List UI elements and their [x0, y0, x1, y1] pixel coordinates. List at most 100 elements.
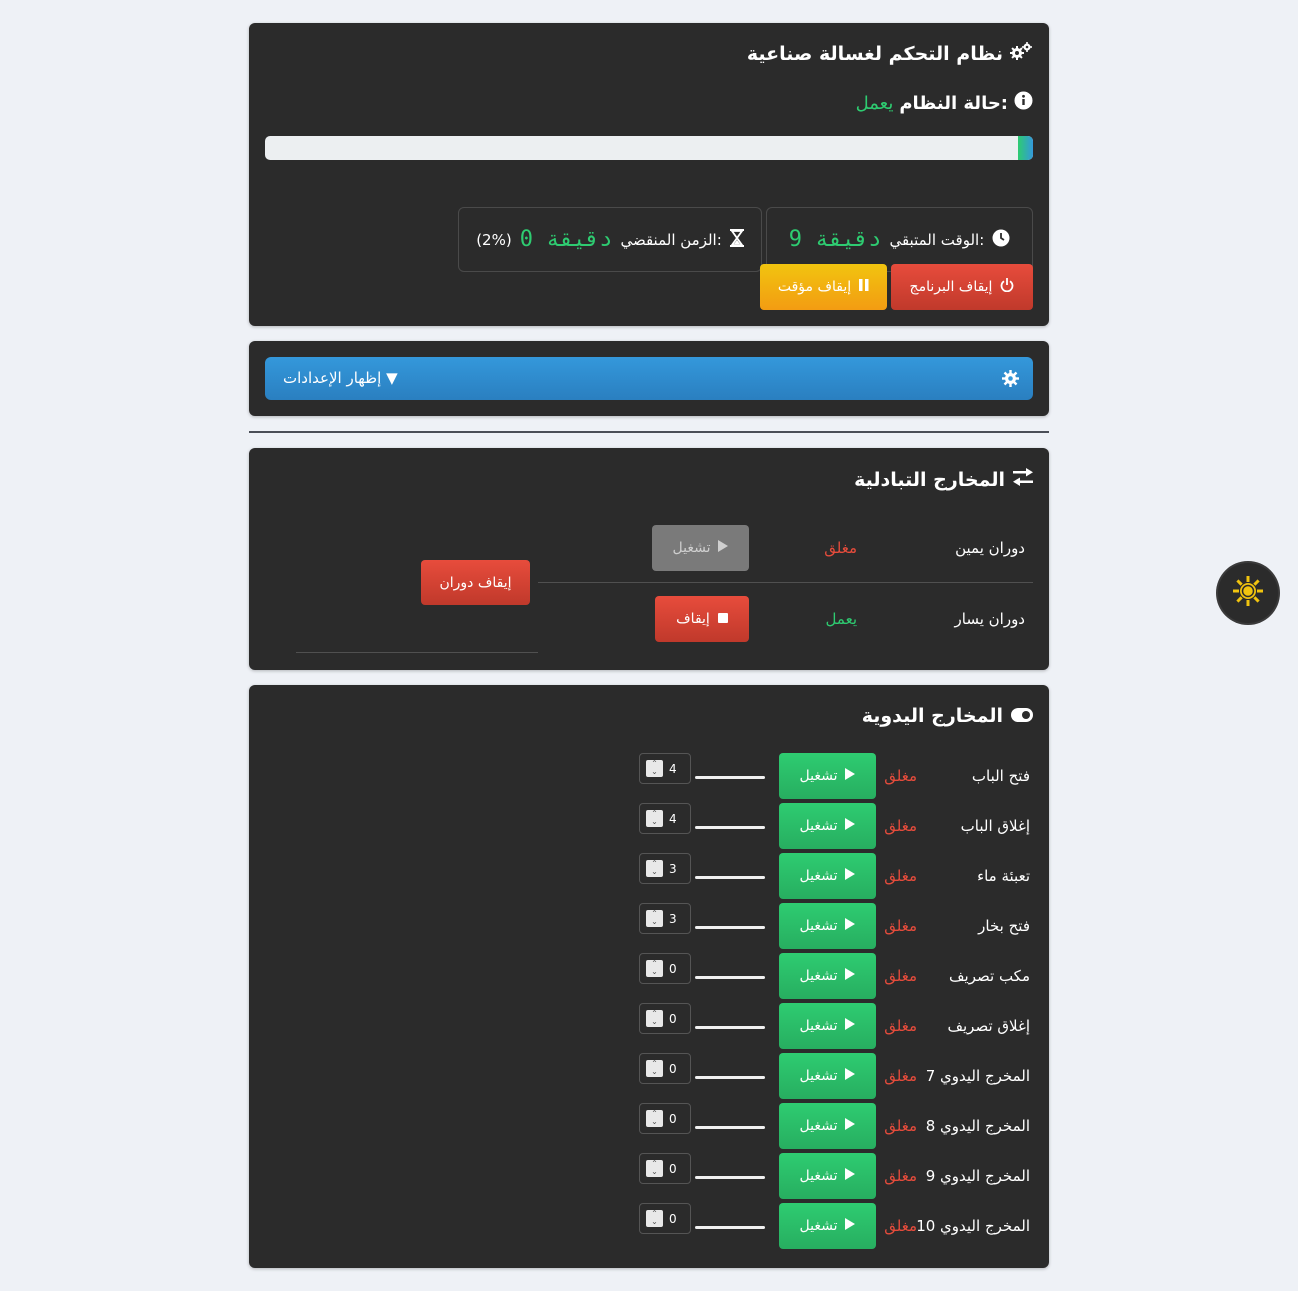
stop-icon: [717, 611, 728, 627]
alt-row-2-label: دوران يسار: [954, 610, 1026, 628]
theme-toggle-button[interactable]: [1218, 563, 1278, 623]
manual-row-1-label: فتح الباب: [971, 767, 1030, 785]
manual-row-7-duration-input[interactable]: ⌃ ⌄ 0: [639, 1053, 691, 1084]
remaining-time-label: الوقت المتبقي:: [889, 230, 985, 249]
spinner-arrows-icon[interactable]: ⌃ ⌄: [646, 860, 663, 877]
stop-rotation-button[interactable]: إيقاف دوران: [421, 560, 530, 605]
manual-row-6-slider[interactable]: [695, 1026, 765, 1029]
alt-row-divider: [538, 582, 1033, 583]
stop-program-button[interactable]: إيقاف البرنامج: [891, 264, 1033, 310]
play-icon: [845, 1118, 856, 1134]
elapsed-time-box: (2%) 0 دقيقة الزمن المنقضي:: [458, 207, 762, 272]
stop-program-label: إيقاف البرنامج: [909, 279, 993, 295]
alternating-title-row: المخارج التبادلية: [854, 468, 1033, 491]
manual-row-4-status: مغلق: [884, 917, 917, 935]
manual-row-4-duration-value: 3: [669, 912, 677, 926]
manual-row-6-status: مغلق: [884, 1017, 917, 1035]
progress-bar-fill: [1017, 136, 1033, 160]
play-icon: [845, 868, 856, 884]
manual-row-7-status: مغلق: [884, 1067, 917, 1085]
exchange-icon: [1013, 468, 1033, 491]
manual-row-1-slider[interactable]: [695, 776, 765, 779]
elapsed-time-value: 0 دقيقة: [519, 227, 613, 252]
manual-row-3-duration-input[interactable]: ⌃ ⌄ 3: [639, 853, 691, 884]
manual-row-6-duration-input[interactable]: ⌃ ⌄ 0: [639, 1003, 691, 1034]
spinner-arrows-icon[interactable]: ⌃ ⌄: [646, 960, 663, 977]
play-icon: [845, 818, 856, 834]
manual-row-8-run-label: تشغيل: [799, 1118, 838, 1134]
manual-row-7-run-label: تشغيل: [799, 1068, 838, 1084]
info-icon: [1014, 91, 1033, 115]
spinner-arrows-icon[interactable]: ⌃ ⌄: [646, 1160, 663, 1177]
spinner-arrows-icon[interactable]: ⌃ ⌄: [646, 1210, 663, 1227]
manual-row-10-slider[interactable]: [695, 1226, 765, 1229]
manual-row-3-slider[interactable]: [695, 876, 765, 879]
spinner-arrows-icon[interactable]: ⌃ ⌄: [646, 1110, 663, 1127]
manual-row-1-duration-input[interactable]: ⌃ ⌄ 4: [639, 753, 691, 784]
manual-row-1-run-button[interactable]: تشغيل: [779, 753, 876, 799]
manual-row-2-slider[interactable]: [695, 826, 765, 829]
manual-row-5-duration-input[interactable]: ⌃ ⌄ 0: [639, 953, 691, 984]
manual-row-10-duration-input[interactable]: ⌃ ⌄ 0: [639, 1203, 691, 1234]
manual-row-8-slider[interactable]: [695, 1126, 765, 1129]
manual-row-4-run-label: تشغيل: [799, 918, 838, 934]
manual-row-5-run-label: تشغيل: [799, 968, 838, 984]
manual-title-row: المخارج اليدوية: [862, 705, 1033, 727]
manual-row-5-duration-value: 0: [669, 962, 677, 976]
manual-row-3-status: مغلق: [884, 867, 917, 885]
manual-row-3-run-button[interactable]: تشغيل: [779, 853, 876, 899]
manual-row-8-run-button[interactable]: تشغيل: [779, 1103, 876, 1149]
manual-row-9-run-button[interactable]: تشغيل: [779, 1153, 876, 1199]
pause-button[interactable]: إيقاف مؤقت: [760, 264, 887, 310]
play-icon: [845, 1068, 856, 1084]
spinner-arrows-icon[interactable]: ⌃ ⌄: [646, 1010, 663, 1027]
cog-icon: [1002, 370, 1019, 391]
alt-row-2-stop-label: إيقاف: [676, 611, 710, 627]
manual-row-4-run-button[interactable]: تشغيل: [779, 903, 876, 949]
spinner-arrows-icon[interactable]: ⌃ ⌄: [646, 760, 663, 777]
manual-row-9-slider[interactable]: [695, 1176, 765, 1179]
sun-icon: [1233, 576, 1263, 610]
alt-row-1-run-button[interactable]: تشغيل: [652, 525, 749, 571]
manual-row-5-slider[interactable]: [695, 976, 765, 979]
settings-toggle-label: إظهار الإعدادات ▼: [283, 369, 398, 387]
manual-row-8-label: المخرج اليدوي 8: [925, 1117, 1030, 1135]
play-icon: [845, 918, 856, 934]
play-icon: [845, 1168, 856, 1184]
manual-row-1-duration-value: 4: [669, 762, 677, 776]
manual-row-10-status: مغلق: [884, 1217, 917, 1235]
alt-row-1-run-label: تشغيل: [672, 540, 711, 556]
manual-row-9-label: المخرج اليدوي 9: [925, 1167, 1030, 1185]
manual-row-1-run-label: تشغيل: [799, 768, 838, 784]
spinner-arrows-icon[interactable]: ⌃ ⌄: [646, 810, 663, 827]
manual-row-2-duration-input[interactable]: ⌃ ⌄ 4: [639, 803, 691, 834]
manual-row-7-duration-value: 0: [669, 1062, 677, 1076]
spinner-arrows-icon[interactable]: ⌃ ⌄: [646, 1060, 663, 1077]
pause-icon: [859, 279, 869, 295]
alt-row-2-stop-button[interactable]: إيقاف: [655, 596, 749, 642]
spinner-arrows-icon[interactable]: ⌃ ⌄: [646, 910, 663, 927]
remaining-time-box: 9 دقيقة الوقت المتبقي:: [766, 207, 1033, 272]
elapsed-time-label: الزمن المنقضي:: [620, 230, 722, 249]
manual-row-9-duration-input[interactable]: ⌃ ⌄ 0: [639, 1153, 691, 1184]
manual-row-8-duration-input[interactable]: ⌃ ⌄ 0: [639, 1103, 691, 1134]
manual-row-5-run-button[interactable]: تشغيل: [779, 953, 876, 999]
manual-row-2-run-button[interactable]: تشغيل: [779, 803, 876, 849]
manual-row-7-slider[interactable]: [695, 1076, 765, 1079]
play-icon: [718, 540, 729, 556]
manual-row-7-run-button[interactable]: تشغيل: [779, 1053, 876, 1099]
alt-row-1-label: دوران يمين: [955, 539, 1025, 557]
manual-row-9-status: مغلق: [884, 1167, 917, 1185]
manual-row-6-run-button[interactable]: تشغيل: [779, 1003, 876, 1049]
system-status-label: حالة النظام:: [899, 92, 1008, 114]
toggle-icon: [1011, 705, 1033, 727]
manual-row-3-duration-value: 3: [669, 862, 677, 876]
manual-row-10-run-button[interactable]: تشغيل: [779, 1203, 876, 1249]
manual-row-4-duration-input[interactable]: ⌃ ⌄ 3: [639, 903, 691, 934]
manual-row-2-duration-value: 4: [669, 812, 677, 826]
settings-toggle[interactable]: إظهار الإعدادات ▼: [265, 357, 1033, 400]
pause-label: إيقاف مؤقت: [777, 279, 852, 295]
manual-row-5-status: مغلق: [884, 967, 917, 985]
play-icon: [845, 1218, 856, 1234]
manual-row-4-slider[interactable]: [695, 926, 765, 929]
